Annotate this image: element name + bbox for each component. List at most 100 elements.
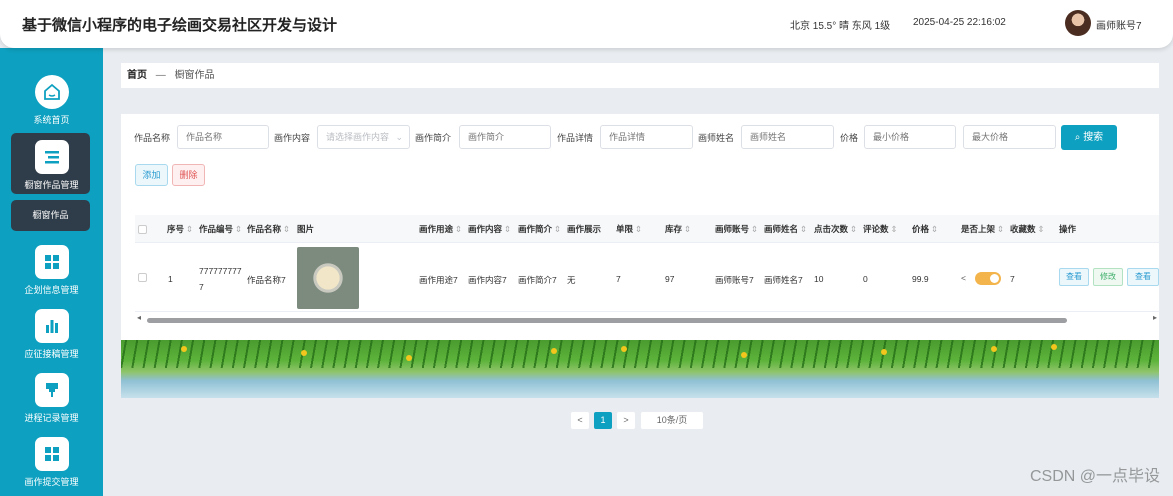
column-header[interactable]: 作品名称 ⇕ xyxy=(247,215,290,243)
column-header[interactable]: 画作内容 ⇕ xyxy=(468,215,511,243)
main-panel: 作品名称 画作内容 请选择画作内容 ⌄ 画作简介 作品详情 画师姓名 价格 ⌕ … xyxy=(121,114,1159,398)
search-button-label: 搜索 xyxy=(1083,132,1104,143)
name-filter-input[interactable] xyxy=(177,125,269,149)
row-checkbox[interactable] xyxy=(138,273,147,282)
flower-decoration xyxy=(991,346,997,352)
column-header[interactable]: 作品编号 ⇕ xyxy=(199,215,242,243)
column-header[interactable]: 点击次数 ⇕ xyxy=(814,215,857,243)
cell-limit: 7 xyxy=(616,274,621,284)
breadcrumb-home[interactable]: 首页 xyxy=(127,70,147,81)
list-icon xyxy=(34,140,69,174)
cell-display: 无 xyxy=(567,275,576,285)
grass-blades xyxy=(121,340,1159,368)
cell-price: 99.9 xyxy=(912,274,929,284)
column-header[interactable]: 是否上架 ⇕ xyxy=(961,215,1004,243)
intro-filter-label: 画作简介 xyxy=(415,133,452,143)
min-price-input[interactable] xyxy=(864,125,956,149)
sidebar-item-label: 橱窗作品管理 xyxy=(24,180,79,190)
cell-artist-account: 画师账号7 xyxy=(715,275,754,285)
column-header[interactable]: 评论数 ⇕ xyxy=(863,215,898,243)
sidebar-item-applications[interactable]: 应征接稿管理 xyxy=(0,309,103,360)
add-button[interactable]: 添加 xyxy=(135,164,168,186)
pagination-next[interactable]: > xyxy=(617,412,635,429)
price-filter-label: 价格 xyxy=(840,133,859,143)
sidebar-item-label: 画作提交管理 xyxy=(24,477,79,487)
content-filter-select[interactable]: 请选择画作内容 ⌄ xyxy=(317,125,410,149)
flower-decoration xyxy=(551,348,557,354)
cell-code-line2: 7 xyxy=(199,282,204,292)
listed-toggle[interactable] xyxy=(975,272,1001,285)
cell-artist-name: 画师姓名7 xyxy=(764,275,803,285)
detail-filter-label: 作品详情 xyxy=(557,133,594,143)
column-header[interactable]: 序号 ⇕ xyxy=(167,215,193,243)
page-size-select[interactable]: 10条/页 xyxy=(641,412,703,429)
sidebar-item-home[interactable]: 系统首页 xyxy=(0,75,103,126)
sidebar-item-project[interactable]: 企划信息管理 xyxy=(0,245,103,296)
cell-index: 1 xyxy=(168,274,173,284)
cell-stock: 97 xyxy=(665,274,675,284)
sidebar-subitem-showcase[interactable]: 橱窗作品 xyxy=(11,200,90,231)
sidebar-item-label: 进程记录管理 xyxy=(24,413,79,423)
select-all-checkbox[interactable] xyxy=(138,225,147,234)
sidebar-item-submissions[interactable]: 画作提交管理 xyxy=(0,437,103,488)
scroll-thumb[interactable] xyxy=(147,318,1067,323)
edit-button[interactable]: 修改 xyxy=(1093,268,1123,286)
sidebar-item-showcase[interactable]: 橱窗作品管理 xyxy=(0,140,103,191)
cell-usage: 画作用途7 xyxy=(419,275,458,285)
view-button[interactable]: 查看 xyxy=(1059,268,1089,286)
cell-code-line1: 777777777 xyxy=(199,266,242,276)
column-header[interactable]: 画作简介 ⇕ xyxy=(518,215,561,243)
table-header: 序号 ⇕ 作品编号 ⇕ 作品名称 ⇕ 图片 画作用途 ⇕ 画作内容 ⇕ 画作简介 ⇕ 画作展… xyxy=(135,215,1159,243)
column-header: 图片 xyxy=(297,224,315,234)
bar-chart-icon xyxy=(34,309,69,343)
flower-decoration xyxy=(406,355,412,361)
sidebar-item-progress[interactable]: 进程记录管理 xyxy=(0,373,103,424)
artist-filter-input[interactable] xyxy=(741,125,834,149)
artist-filter-label: 画师姓名 xyxy=(698,133,735,143)
pin-icon xyxy=(34,373,69,407)
flower-decoration xyxy=(1051,344,1057,350)
flower-decoration xyxy=(301,350,307,356)
breadcrumb: 首页 — 橱窗作品 xyxy=(121,63,1159,88)
watermark: CSDN @一点毕设 xyxy=(1030,468,1161,485)
flower-decoration xyxy=(881,349,887,355)
pagination-prev[interactable]: < xyxy=(571,412,589,429)
column-header[interactable]: 价格 ⇕ xyxy=(912,215,938,243)
column-header: 画作展示 xyxy=(567,224,602,234)
artwork-thumbnail[interactable] xyxy=(297,247,359,309)
user-name[interactable]: 画师账号7 xyxy=(1096,17,1142,32)
search-button[interactable]: ⌕ 搜索 xyxy=(1061,125,1117,150)
column-header[interactable]: 单限 ⇕ xyxy=(616,215,642,243)
detail-filter-input[interactable] xyxy=(600,125,693,149)
breadcrumb-current: 橱窗作品 xyxy=(174,70,215,81)
max-price-input[interactable] xyxy=(963,125,1056,149)
flower-decoration xyxy=(181,346,187,352)
column-header[interactable]: 库存 ⇕ xyxy=(665,215,691,243)
sidebar-item-label: 系统首页 xyxy=(33,115,70,125)
column-header[interactable]: 画师账号 ⇕ xyxy=(715,215,758,243)
scroll-right-icon[interactable]: ▸ xyxy=(1153,313,1157,322)
flower-decoration xyxy=(621,346,627,352)
horizontal-scrollbar[interactable]: ◂ ▸ xyxy=(135,313,1159,324)
content-filter-placeholder: 请选择画作内容 xyxy=(326,132,390,142)
cell-name: 作品名称7 xyxy=(247,275,286,285)
scroll-left-icon[interactable]: ◂ xyxy=(137,313,141,322)
datetime: 2025-04-25 22:16:02 xyxy=(913,17,1006,28)
pagination-page[interactable]: 1 xyxy=(594,412,612,429)
cell-content: 画作内容7 xyxy=(468,275,507,285)
column-header[interactable]: 收藏数 ⇕ xyxy=(1010,215,1045,243)
app-title: 基于微信小程序的电子绘画交易社区开发与设计 xyxy=(22,17,338,34)
view-button-2[interactable]: 查看 xyxy=(1127,268,1159,286)
column-header[interactable]: 画作用途 ⇕ xyxy=(419,215,462,243)
avatar[interactable] xyxy=(1065,10,1091,36)
column-header: 操作 xyxy=(1059,224,1077,234)
delete-button[interactable]: 删除 xyxy=(172,164,205,186)
flower-decoration xyxy=(741,352,747,358)
content-filter-label: 画作内容 xyxy=(274,133,311,143)
intro-filter-input[interactable] xyxy=(459,125,551,149)
share-icon: < xyxy=(961,273,966,283)
cell-comments: 0 xyxy=(863,274,868,284)
column-header[interactable]: 画师姓名 ⇕ xyxy=(764,215,807,243)
chevron-down-icon: ⌄ xyxy=(395,132,403,142)
search-icon: ⌕ xyxy=(1074,132,1081,143)
